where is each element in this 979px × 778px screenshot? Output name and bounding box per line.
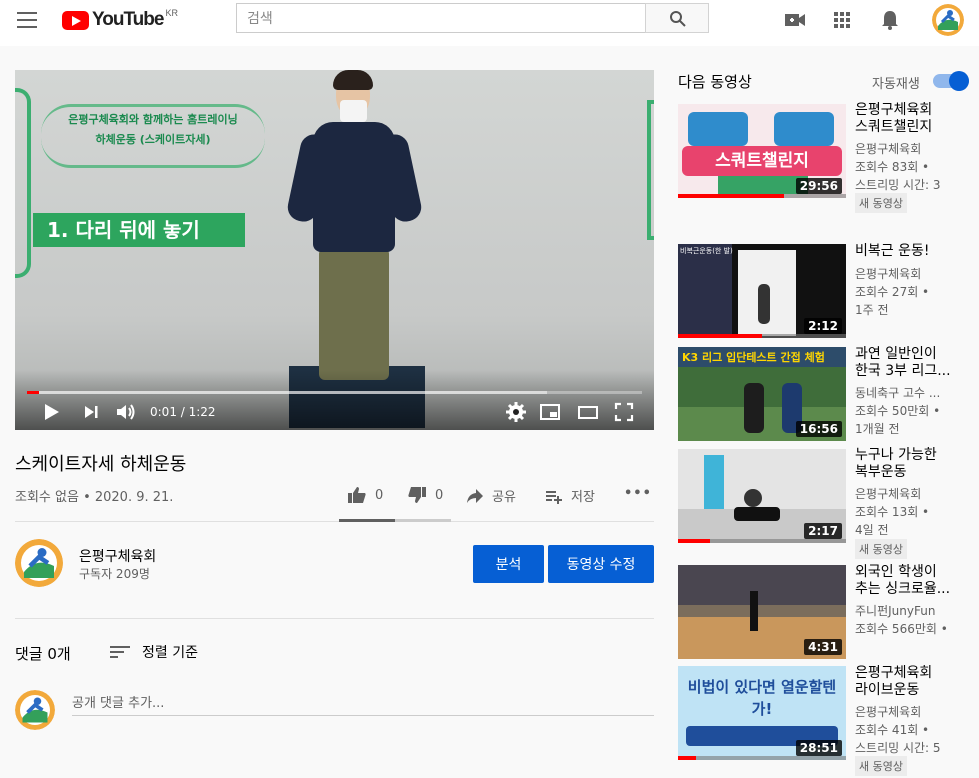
fullscreen-icon[interactable] <box>614 402 634 422</box>
thumbnail-1[interactable]: 스쿼트챌린지 29:56 <box>678 104 846 198</box>
video-title-6[interactable]: 은평구체육회 라이브운동 <box>855 665 973 699</box>
analytics-button[interactable]: 분석 <box>473 545 544 583</box>
new-video-badge: 새 동영상 <box>855 539 907 559</box>
duration-badge: 29:56 <box>795 178 842 194</box>
apps-grid-icon[interactable] <box>831 9 853 31</box>
video-title-1[interactable]: 은평구체육회 스쿼트챌린지 <box>855 102 973 136</box>
more-dots-icon: ••• <box>624 486 652 501</box>
menu-icon[interactable] <box>17 12 37 28</box>
video-player[interactable]: 은평구체육회와 함께하는 홈트레이닝 하체운동 (스케이트자세) 1. 다리 뒤… <box>15 70 654 430</box>
channel-avatar[interactable] <box>15 539 63 587</box>
comment-input[interactable]: 공개 댓글 추가... <box>72 692 654 716</box>
commenter-avatar <box>15 690 55 730</box>
thumbs-down-icon <box>408 487 426 503</box>
person-mask <box>340 100 367 122</box>
divider <box>15 521 654 522</box>
play-logo-icon <box>62 11 89 30</box>
thumbs-up-icon <box>348 487 366 503</box>
play-icon[interactable] <box>41 402 61 422</box>
view-count-date: 조회수 없음 • 2020. 9. 21. <box>15 490 174 505</box>
seek-progress <box>27 391 40 394</box>
video-title-4[interactable]: 누구나 가능한 복부운동 <box>855 447 973 481</box>
notifications-bell-icon[interactable] <box>879 9 901 31</box>
like-ratio-bar <box>339 519 395 522</box>
player-controls: 0:01 / 1:22 <box>15 396 654 430</box>
exercise-caption: 1. 다리 뒤에 놓기 <box>33 213 245 247</box>
video-title-3[interactable]: 과연 일반인이 한국 3부 리그... <box>855 346 973 380</box>
new-video-badge: 새 동영상 <box>855 756 907 776</box>
top-bar: YouTube KR 검색 <box>0 0 979 46</box>
youtube-logo[interactable]: YouTube KR <box>62 8 178 31</box>
account-avatar[interactable] <box>932 4 964 36</box>
playlist-add-icon <box>546 490 562 504</box>
save-to-playlist-button[interactable]: 저장 <box>545 486 595 505</box>
video-title-5[interactable]: 외국인 학생이 추는 싱크로율... <box>855 564 973 598</box>
channel-logo-icon <box>15 539 63 587</box>
search-input[interactable]: 검색 <box>236 3 645 33</box>
person-jacket <box>313 122 395 252</box>
theater-mode-icon[interactable] <box>577 402 599 422</box>
green-banner-right <box>647 100 654 240</box>
search-icon <box>670 11 686 27</box>
sort-comments-button[interactable]: 정렬 기준 <box>110 642 198 662</box>
channel-logo-icon <box>932 4 964 36</box>
channel-name[interactable]: 은평구체육회 <box>79 546 156 566</box>
edit-video-button[interactable]: 동영상 수정 <box>548 545 654 583</box>
program-sign: 은평구체육회와 함께하는 홈트레이닝 하체운동 (스케이트자세) <box>35 100 271 168</box>
more-actions-button[interactable]: ••• <box>624 486 652 501</box>
thumbnail-5[interactable]: 4:31 <box>678 565 846 659</box>
thumbnail-6[interactable]: 비법이 있다면 열운할텐가! 28:51 <box>678 666 846 760</box>
person-legs <box>319 248 389 380</box>
thumbnail-4[interactable]: 2:17 <box>678 449 846 543</box>
channel-logo-icon <box>15 690 55 730</box>
divider <box>15 618 654 619</box>
dislike-button[interactable]: 0 <box>407 486 443 504</box>
search-button[interactable] <box>645 3 709 33</box>
thumbnail-2[interactable]: 비복근운동(한 발) 2:12 <box>678 244 846 338</box>
settings-gear-icon[interactable] <box>506 402 526 422</box>
channel-name-1: 은평구체육회 <box>855 142 922 156</box>
next-icon[interactable] <box>81 402 101 422</box>
comments-count: 댓글 0개 <box>15 645 71 663</box>
new-video-badge: 새 동영상 <box>855 193 907 213</box>
time-display: 0:01 / 1:22 <box>150 405 216 419</box>
volume-icon[interactable] <box>115 402 137 422</box>
up-next-heading: 다음 동영상 <box>678 73 752 91</box>
share-button[interactable]: 공유 <box>466 486 516 505</box>
thumbnail-3[interactable]: K3 리그 입단테스트 간접 체험 16:56 <box>678 347 846 441</box>
share-arrow-icon <box>467 488 483 503</box>
seek-bar[interactable] <box>27 391 642 394</box>
like-button[interactable]: 0 <box>347 486 383 504</box>
sort-icon <box>110 646 130 658</box>
miniplayer-icon[interactable] <box>539 402 561 422</box>
video-frame: 은평구체육회와 함께하는 홈트레이닝 하체운동 (스케이트자세) 1. 다리 뒤… <box>15 70 654 430</box>
create-video-icon[interactable] <box>784 9 806 31</box>
person-hair <box>333 70 373 90</box>
subscriber-count: 구독자 209명 <box>79 567 150 581</box>
autoplay-label: 자동재생 <box>872 77 920 92</box>
green-banner-left <box>15 88 31 278</box>
video-title-2[interactable]: 비복근 운동! <box>855 243 973 260</box>
video-title: 스케이트자세 하체운동 <box>15 454 187 475</box>
autoplay-toggle-knob[interactable] <box>949 71 969 91</box>
